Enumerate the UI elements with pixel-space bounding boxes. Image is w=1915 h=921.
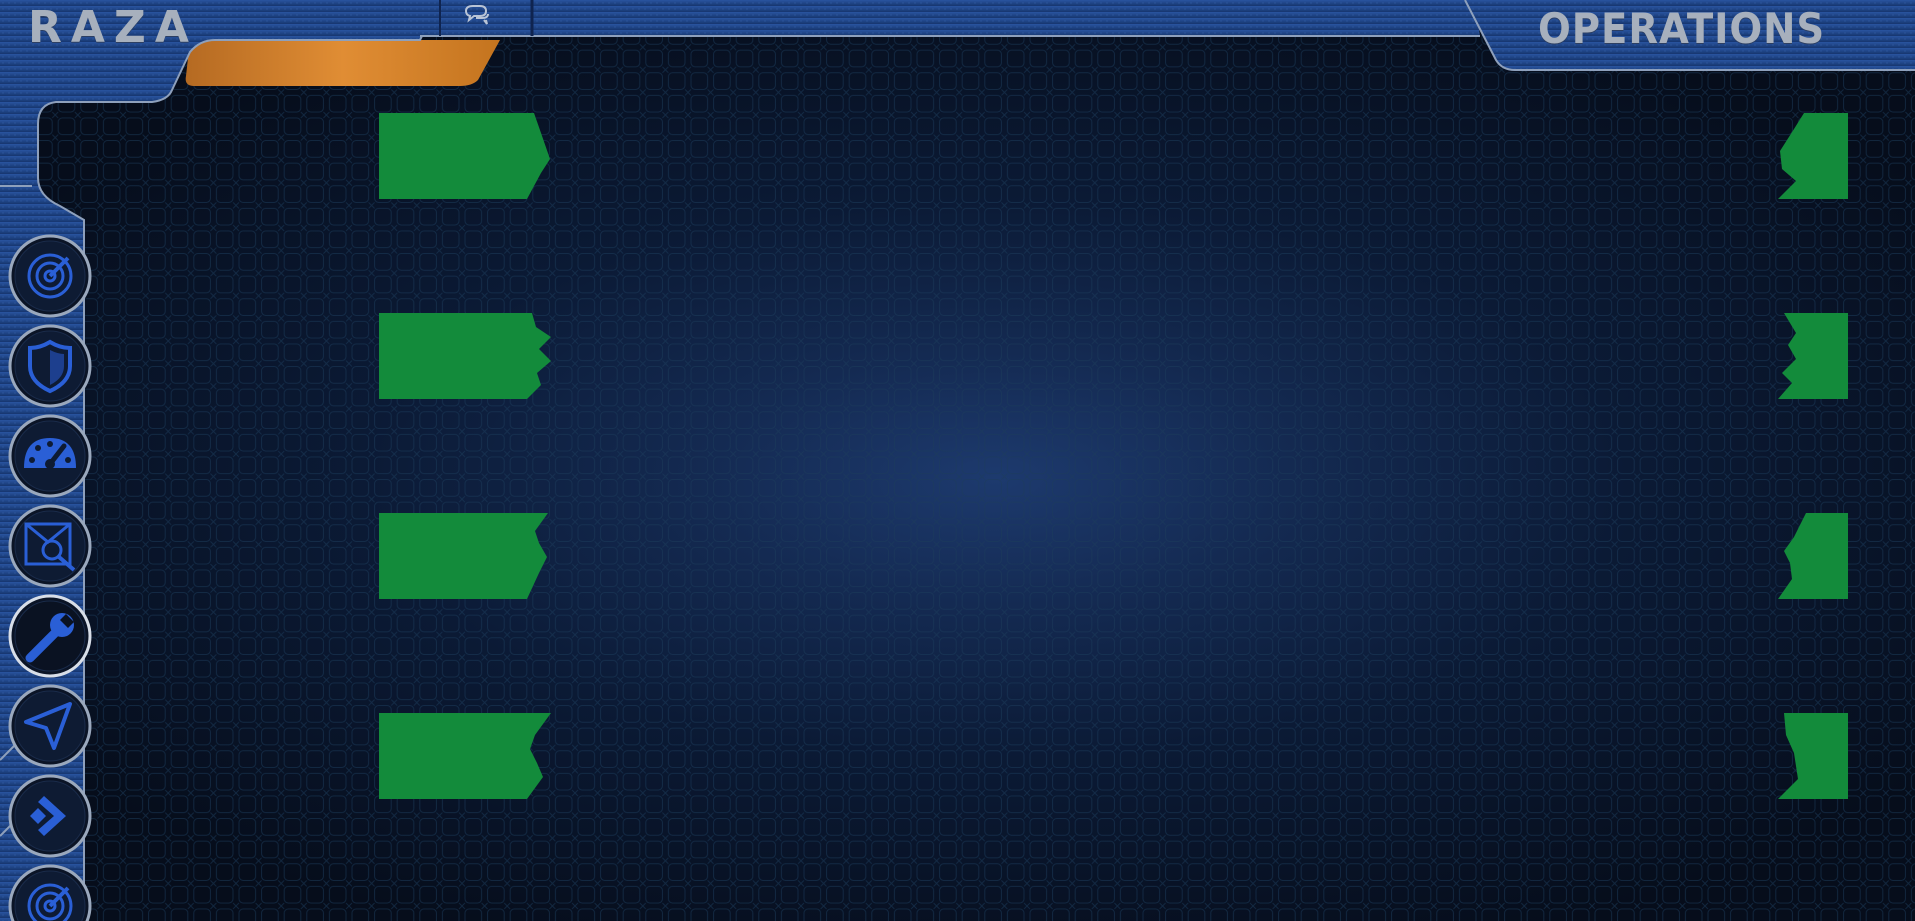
side-navigation bbox=[8, 234, 92, 921]
nav-tool-button[interactable] bbox=[8, 594, 92, 678]
game-screen: RAZA OPERATIONS bbox=[0, 0, 1915, 921]
chat-button[interactable] bbox=[462, 2, 496, 34]
chat-bubbles-icon bbox=[464, 5, 489, 25]
operation-slot-left-2[interactable] bbox=[379, 313, 555, 401]
operation-slot-left-3[interactable] bbox=[379, 513, 555, 601]
operation-slot-right-3[interactable] bbox=[1778, 513, 1848, 601]
nav-advance-button[interactable] bbox=[8, 774, 92, 858]
operation-slot-left-1[interactable] bbox=[379, 113, 555, 201]
nav-inspect-button[interactable] bbox=[8, 504, 92, 588]
nav-shield-button[interactable] bbox=[8, 324, 92, 408]
nav-gauge-button[interactable] bbox=[8, 414, 92, 498]
app-title: RAZA bbox=[28, 2, 198, 53]
screen-title: OPERATIONS bbox=[1538, 4, 1826, 53]
operation-slot-right-2[interactable] bbox=[1778, 313, 1848, 401]
nav-radar-secondary-button[interactable] bbox=[8, 864, 92, 921]
nav-radar-button[interactable] bbox=[8, 234, 92, 318]
operation-slot-right-4[interactable] bbox=[1778, 713, 1848, 801]
nav-navigate-button[interactable] bbox=[8, 684, 92, 768]
operation-slot-left-4[interactable] bbox=[379, 713, 555, 801]
operation-slot-right-1[interactable] bbox=[1778, 113, 1848, 201]
hud-frame bbox=[0, 0, 1915, 921]
